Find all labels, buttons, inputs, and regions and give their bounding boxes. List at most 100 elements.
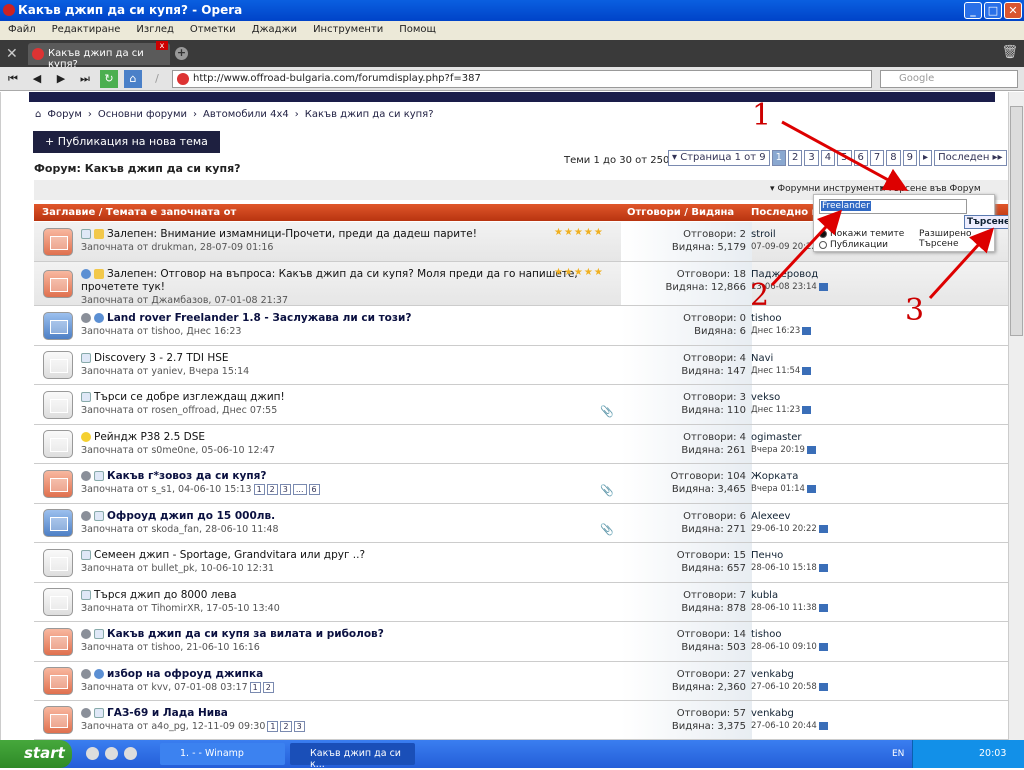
option-show-threads[interactable]: Покажи темите	[819, 229, 904, 239]
trash-icon[interactable]: 🗑	[1001, 45, 1018, 60]
menu-file[interactable]: Файл	[8, 24, 36, 40]
last-post-user[interactable]: ogimaster	[751, 431, 816, 444]
last-post-user[interactable]: tishoo	[751, 312, 811, 325]
thread-page-link[interactable]: 6	[308, 484, 320, 495]
go-to-last-post-icon[interactable]	[818, 282, 828, 291]
thread-title-link[interactable]: Discovery 3 - 2.7 TDI HSE	[94, 352, 229, 364]
page-7[interactable]: 7	[869, 150, 885, 166]
new-tab-button[interactable]: +	[175, 47, 188, 60]
page-4[interactable]: 4	[820, 150, 836, 166]
go-to-last-post-icon[interactable]	[818, 524, 828, 533]
forward-icon[interactable]: ▶	[52, 70, 70, 88]
col-stats[interactable]: Отговори / Видяна	[627, 207, 734, 218]
edit-icon[interactable]: /	[148, 70, 166, 88]
thread-title-link[interactable]: Какъв джип да си купя за вилата и риболо…	[107, 628, 384, 640]
menu-view[interactable]: Изглед	[136, 24, 174, 40]
maximize-button[interactable]: □	[984, 2, 1002, 19]
menu-tools[interactable]: Инструменти	[313, 24, 383, 40]
rewind-icon[interactable]: ⏮	[4, 70, 22, 88]
search-input[interactable]: Google	[880, 70, 1018, 88]
go-to-last-post-icon[interactable]	[802, 366, 812, 375]
go-to-last-post-icon[interactable]	[802, 405, 812, 414]
back-icon[interactable]: ◀	[28, 70, 46, 88]
ie-icon[interactable]	[124, 747, 137, 760]
task-opera[interactable]: Какъв джип да си к...	[290, 743, 415, 770]
new-thread-button[interactable]: + Публикация на нова тема	[33, 131, 220, 153]
thread-page-link[interactable]: 1	[249, 682, 261, 693]
search-forum-menu[interactable]: ▾ Търсене във Форум	[880, 184, 981, 194]
last-page-button[interactable]: Последен ▸▸	[934, 150, 1007, 166]
page-8[interactable]: 8	[886, 150, 901, 166]
last-post-user[interactable]: Navi	[751, 352, 811, 365]
opera-icon[interactable]	[105, 747, 118, 760]
thread-page-link[interactable]: 1	[253, 484, 265, 495]
tab-active[interactable]: Какъв джип да си купя? x	[28, 41, 170, 70]
start-button[interactable]: start	[0, 740, 72, 768]
breadcrumb-forum[interactable]: Форум	[47, 109, 82, 120]
go-to-last-post-icon[interactable]	[806, 445, 816, 454]
thread-title-link[interactable]: Търси се добре изглеждащ джип!	[94, 391, 285, 403]
breadcrumb-main-forums[interactable]: Основни форуми	[98, 109, 187, 120]
col-title[interactable]: Заглавие / Темата е започната от	[42, 207, 236, 218]
page-3[interactable]: 3	[804, 150, 819, 166]
thread-title-link[interactable]: Land rover Freelander 1.8 - Заслужава ли…	[107, 312, 411, 324]
reload-icon[interactable]: ↻	[100, 70, 118, 88]
page-dropdown[interactable]: ▾ Страница 1 от 9	[668, 150, 770, 166]
last-post-user[interactable]: vekso	[751, 391, 811, 404]
thread-page-link[interactable]: 3	[293, 721, 305, 732]
menu-bookmarks[interactable]: Отметки	[190, 24, 236, 40]
menu-help[interactable]: Помощ	[399, 24, 436, 40]
last-post-user[interactable]: venkabg	[751, 668, 828, 681]
forum-tools-menu[interactable]: ▾ Форумни инструменти	[770, 184, 885, 194]
thread-title-link[interactable]: Търся джип до 8000 лева	[94, 589, 237, 601]
go-to-last-post-icon[interactable]	[802, 326, 812, 335]
option-show-posts[interactable]: Публикации	[819, 240, 888, 250]
go-to-last-post-icon[interactable]	[818, 563, 828, 572]
tools-icon[interactable]: ✕	[6, 46, 18, 62]
thread-page-link[interactable]: 2	[262, 682, 274, 693]
thread-title-link[interactable]: Залепен: Внимание измамници-Прочети, пре…	[107, 228, 477, 240]
thread-title-link[interactable]: Семеен джип - Sportage, Grandvitara или …	[94, 549, 365, 561]
thread-page-link[interactable]: 2	[280, 721, 292, 732]
page-5[interactable]: 5	[837, 150, 852, 166]
advanced-search-link[interactable]: Разширено Търсене	[919, 229, 994, 249]
scrollbar-thumb[interactable]	[1010, 106, 1023, 336]
thread-page-link[interactable]: 3	[279, 484, 291, 495]
last-post-user[interactable]: Жорката	[751, 470, 816, 483]
scrollbar[interactable]	[1008, 92, 1024, 740]
menu-edit[interactable]: Редактиране	[52, 24, 121, 40]
ie-icon[interactable]	[86, 747, 99, 760]
language-indicator[interactable]: EN	[892, 749, 904, 759]
thread-title-link[interactable]: Залепен: Отговор на въпроса: Какъв джип …	[81, 268, 578, 293]
address-bar[interactable]: http://www.offroad-bulgaria.com/forumdis…	[172, 70, 872, 88]
page-1[interactable]: 1	[771, 150, 787, 166]
thread-title-link[interactable]: Рейндж P38 2.5 DSE	[94, 431, 205, 443]
go-to-last-post-icon[interactable]	[818, 603, 828, 612]
last-post-user[interactable]: venkabg	[751, 707, 828, 720]
last-post-user[interactable]: Alexeev	[751, 510, 828, 523]
close-button[interactable]: ✕	[1004, 2, 1022, 19]
fast-forward-icon[interactable]: ⏭	[76, 70, 94, 88]
go-to-last-post-icon[interactable]	[818, 642, 828, 651]
thread-title-link[interactable]: ГАЗ-69 и Лада Нива	[107, 707, 228, 719]
menu-widgets[interactable]: Джаджи	[252, 24, 297, 40]
thread-title-link[interactable]: избор на офроуд джипка	[107, 668, 263, 680]
page-2[interactable]: 2	[788, 150, 803, 166]
page-9[interactable]: 9	[902, 150, 918, 166]
tab-close-icon[interactable]: x	[156, 41, 168, 50]
search-submit-button[interactable]: Търсене	[964, 215, 1008, 229]
thread-page-link[interactable]: 2	[266, 484, 278, 495]
home-icon[interactable]: ⌂	[124, 70, 142, 88]
go-to-last-post-icon[interactable]	[806, 484, 816, 493]
next-page-button[interactable]: ▸	[919, 150, 933, 166]
thread-title-link[interactable]: Офроуд джип до 15 000лв.	[107, 510, 275, 522]
go-to-last-post-icon[interactable]	[818, 721, 828, 730]
thread-page-link[interactable]: 1	[267, 721, 279, 732]
go-to-last-post-icon[interactable]	[818, 682, 828, 691]
minimize-button[interactable]: _	[964, 2, 982, 19]
last-post-user[interactable]: Пенчо	[751, 549, 828, 562]
thread-title-link[interactable]: Какъв г*зовоз да си купя?	[107, 470, 266, 482]
last-post-user[interactable]: tishoo	[751, 628, 828, 641]
last-post-user[interactable]: kubla	[751, 589, 828, 602]
task-winamp[interactable]: 1. - - Winamp	[160, 743, 285, 765]
